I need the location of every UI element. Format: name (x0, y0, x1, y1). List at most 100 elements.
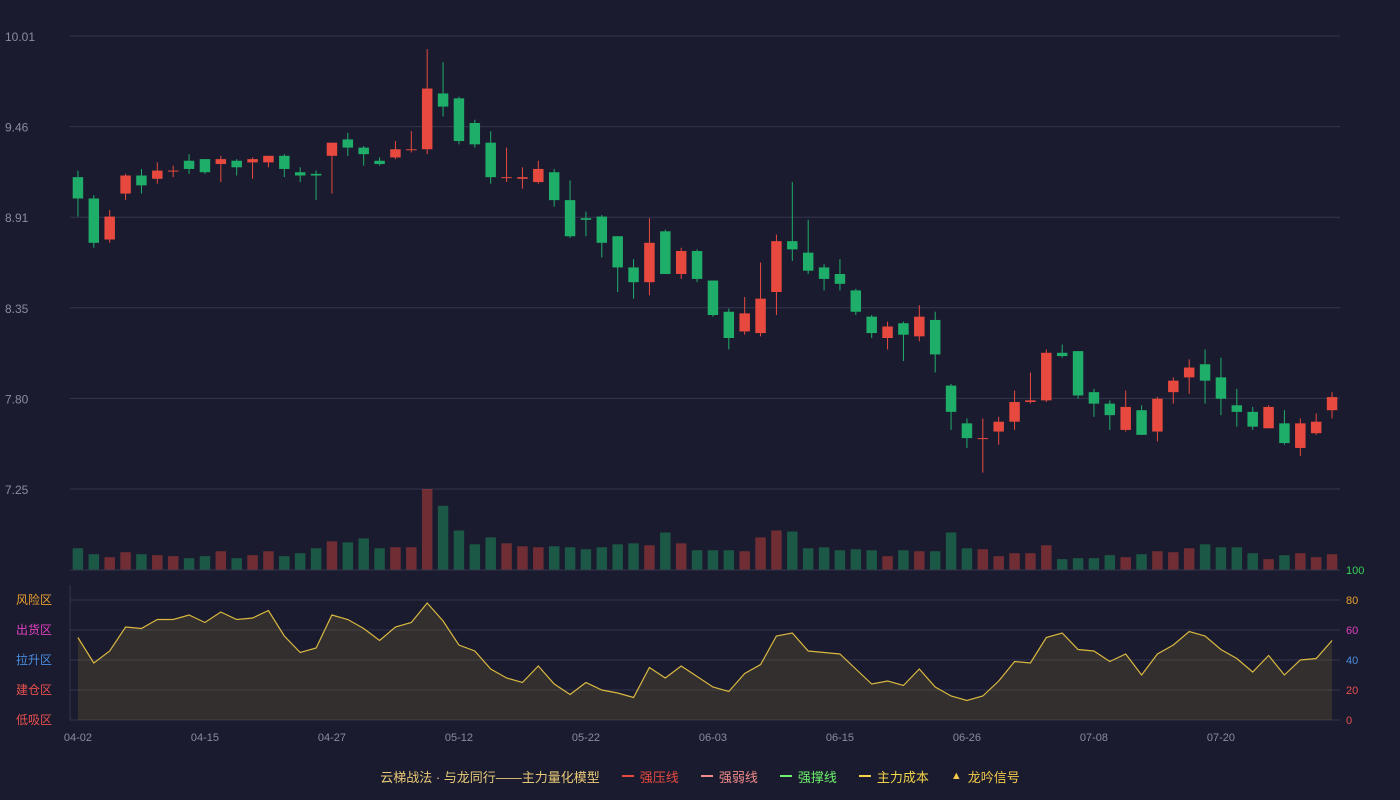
candle-body (675, 251, 687, 274)
candle (167, 165, 179, 178)
candle-body (167, 170, 179, 172)
oscillator-tick-label: 100 (1346, 565, 1364, 577)
candle (1136, 405, 1147, 435)
volume-bar (104, 557, 115, 570)
candle (723, 308, 735, 350)
volume-bar (1295, 553, 1306, 570)
volume-bar (818, 547, 830, 570)
candle (1168, 377, 1179, 404)
candle (152, 162, 163, 184)
candle (136, 168, 147, 194)
candle (358, 145, 369, 166)
legend-item-cost[interactable]: 主力成本 (858, 767, 929, 786)
volume-bar (326, 541, 338, 570)
volume-bar (469, 544, 481, 570)
volume-bar (802, 548, 814, 570)
volume-bar (1025, 553, 1036, 570)
candle (755, 262, 766, 337)
candle (469, 119, 481, 148)
candle-body (310, 173, 322, 176)
price-tick-label: 9.46 (5, 121, 29, 135)
candle (390, 141, 401, 160)
candle (707, 280, 719, 317)
volume-bar (453, 530, 465, 570)
candle-body (1263, 406, 1274, 429)
candle-body (898, 323, 909, 335)
volume-bar (1088, 558, 1100, 570)
price-tick-label: 8.91 (5, 211, 29, 225)
volume-bar (421, 489, 433, 570)
volume-bar (215, 551, 227, 570)
candle-body (374, 160, 385, 165)
candle-body (1041, 352, 1052, 401)
volume-bar (1326, 554, 1338, 570)
volume-bar (485, 537, 496, 570)
legend-item-signal[interactable]: ▲ 龙吟信号 (951, 767, 1020, 786)
volume-bar (898, 550, 909, 570)
candle-body (88, 198, 100, 243)
candle (231, 159, 242, 176)
volume-bar (1279, 555, 1290, 570)
candle-body (1168, 380, 1179, 393)
candle-body (406, 149, 417, 151)
candle-body (1247, 411, 1258, 427)
candle-body (771, 241, 782, 293)
zone-label: 低吸区 (16, 713, 52, 727)
candle-body (437, 93, 449, 107)
date-tick-label: 04-27 (318, 732, 346, 744)
candle (691, 249, 703, 283)
candle (279, 154, 290, 178)
candle (628, 259, 639, 299)
legend-item-strength[interactable]: 强弱线 (700, 767, 758, 786)
volume-bar (675, 543, 687, 570)
candle (1279, 410, 1290, 445)
candle-body (517, 177, 528, 179)
candle-body (882, 326, 893, 338)
candle-body (1120, 406, 1131, 430)
date-tick-label: 04-15 (191, 732, 219, 744)
candle-body (660, 231, 671, 274)
candle-body (914, 316, 925, 337)
zone-label: 拉升区 (16, 652, 52, 667)
candle-body (501, 177, 512, 179)
volume-bar (279, 556, 290, 570)
candle (675, 247, 687, 279)
price-axis-labels: 10.01 9.46 8.91 8.35 7.80 7.25 (5, 30, 35, 497)
candlestick-series (72, 49, 1338, 473)
candle (644, 218, 655, 296)
candle (945, 383, 957, 430)
oscillator-tick-label: 60 (1346, 625, 1358, 637)
date-tick-label: 04-02 (64, 732, 92, 744)
candle (787, 182, 798, 261)
candle-body (1199, 364, 1211, 381)
candle-body (787, 241, 798, 250)
volume-bar (914, 551, 925, 570)
price-tick-label: 7.25 (5, 483, 29, 497)
legend-label: 强弱线 (718, 769, 758, 785)
candle (1056, 344, 1068, 358)
candle (1120, 390, 1131, 432)
candle (199, 159, 211, 174)
date-axis-labels: 04-02 04-15 04-27 05-12 05-22 06-03 06-15 06-26… (64, 732, 1235, 744)
oscillator-tick-label: 0 (1346, 715, 1352, 727)
volume-bar (342, 542, 354, 570)
candle (374, 157, 385, 166)
candle-body (453, 98, 465, 142)
price-grid (70, 35, 1340, 490)
price-tick-label: 7.80 (5, 392, 29, 406)
candle-body (183, 160, 195, 169)
volume-bar (580, 549, 592, 570)
oscillator-tick-label: 40 (1346, 655, 1358, 667)
candle-body (1104, 403, 1116, 416)
legend-item-support[interactable]: 强撑线 (779, 767, 837, 786)
candle-body (1279, 423, 1290, 444)
candle (421, 49, 433, 155)
candle (485, 131, 496, 184)
candle (1009, 390, 1020, 430)
candle-body (612, 236, 623, 268)
candle (1295, 418, 1306, 457)
zone-labels: 风险区出货区拉升区建仓区低吸区 (16, 592, 52, 727)
candle (882, 321, 893, 350)
legend-item-resistance[interactable]: 强压线 (621, 767, 679, 786)
legend-title: 云梯战法 · 与龙同行——主力量化模型 (380, 769, 600, 785)
